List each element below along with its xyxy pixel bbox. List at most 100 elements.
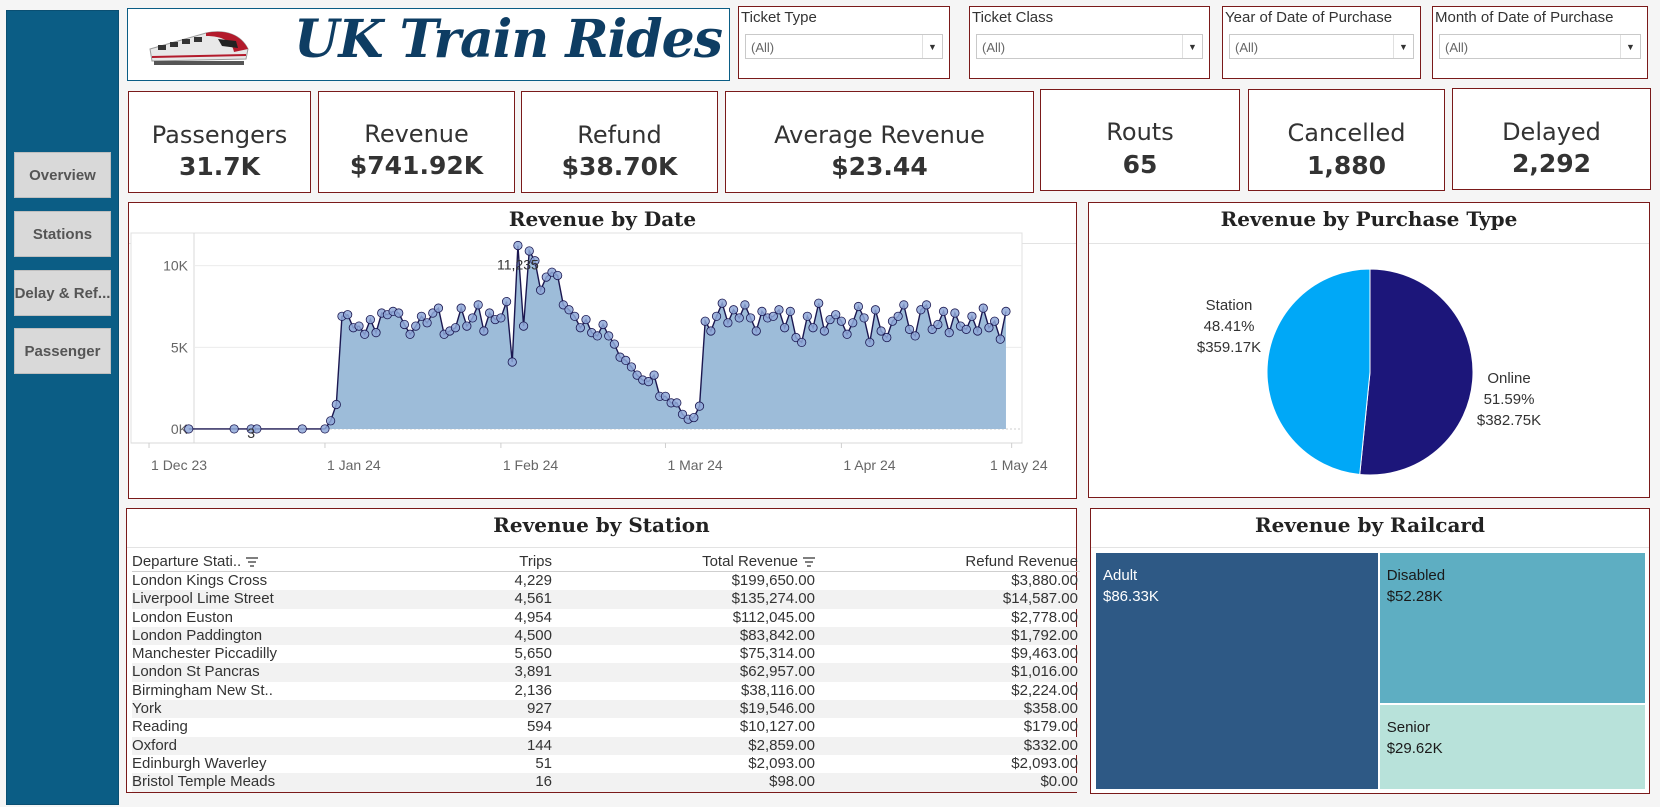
table-row[interactable]: Birmingham New St.. 2,136 $38,116.00 $2,224… [132,682,1080,700]
data-point[interactable] [921,300,932,310]
data-point[interactable] [938,306,949,317]
data-point[interactable] [706,326,716,336]
purchase-type-pie-chart[interactable]: Station 48.41% $359.17K Online 51.59% $382.75… [1089,203,1649,497]
data-point[interactable] [717,298,727,308]
month-dropdown[interactable]: (All) ▼ [1439,34,1641,59]
table-row[interactable]: London Euston 4,954 $112,045.00 $2,778.00 [132,609,1080,627]
data-point[interactable] [411,321,421,331]
data-point[interactable] [501,297,512,307]
ticket-type-dropdown[interactable]: (All) ▼ [745,34,943,59]
data-point[interactable] [728,305,739,315]
table-row[interactable]: Bristol Temple Meads 16 $98.00 $0.00 [132,773,1080,792]
data-point[interactable] [320,424,330,434]
table-row[interactable]: Liverpool Lime Street 4,561 $135,274.00 $14… [132,590,1080,609]
data-point[interactable] [456,303,466,313]
nav-button-overview[interactable]: Overview [14,152,111,198]
data-point[interactable] [774,305,784,315]
data-point[interactable] [990,316,1000,326]
data-point[interactable] [694,401,705,411]
data-point[interactable] [842,329,852,339]
table-row[interactable]: Edinburgh Waverley 51 $2,093.00 $2,093.00 [132,755,1080,773]
data-point[interactable] [524,246,534,256]
data-point[interactable] [581,314,591,325]
data-point[interactable] [870,305,881,315]
data-point[interactable] [649,370,659,380]
data-point[interactable] [944,328,954,338]
data-point[interactable] [995,334,1005,344]
data-point[interactable] [899,300,909,310]
data-point[interactable] [399,319,410,330]
data-point[interactable] [229,424,239,434]
treemap-tile-adult[interactable]: Adult $86.33K [1096,553,1378,789]
data-point[interactable] [859,313,869,323]
data-point[interactable] [740,300,750,310]
data-point[interactable] [326,416,336,426]
data-point[interactable] [689,412,699,423]
data-point[interactable] [604,331,614,341]
data-point[interactable] [950,308,960,318]
sort-icon[interactable] [246,557,259,567]
revenue-by-date-chart[interactable]: 0K5K10K1 Dec 23 1 Jan 24 1 Feb 24 1 Mar 24 1… [129,203,1076,498]
data-point[interactable] [592,331,602,341]
data-point[interactable] [819,326,829,336]
pie-slice-station[interactable] [1266,268,1371,476]
nav-button-delay-refund[interactable]: Delay & Ref... [14,270,111,316]
nav-button-passenger[interactable]: Passenger [14,328,111,374]
data-point[interactable] [893,311,903,321]
data-point[interactable] [711,311,722,321]
data-point[interactable] [853,301,864,312]
data-point[interactable] [473,300,483,310]
data-point[interactable] [297,424,307,434]
data-point[interactable] [343,310,353,320]
data-point[interactable] [865,337,875,348]
data-point[interactable] [723,318,733,328]
table-row[interactable]: London Paddington 4,500 $83,842.00 $1,792.0… [132,626,1080,646]
treemap-tile-senior[interactable]: Senior $29.62K [1379,704,1645,789]
data-point[interactable] [785,306,795,317]
column-header-departure-station[interactable]: Departure Stati.. [132,552,259,572]
table-row[interactable]: London Kings Cross 4,229 $199,650.00 $3,880… [132,572,1080,590]
data-point[interactable] [462,321,472,331]
data-point[interactable] [802,311,812,321]
data-point[interactable] [626,362,637,372]
treemap-tile-disabled[interactable]: Disabled $52.28K [1379,553,1645,703]
data-point[interactable] [967,311,977,321]
data-point[interactable] [394,308,404,318]
data-point[interactable] [331,399,341,410]
data-point[interactable] [700,316,710,326]
data-point[interactable] [814,298,824,308]
table-row[interactable]: York 927 $19,546.00 $358.00 [132,700,1080,719]
data-point[interactable] [371,328,381,338]
data-point[interactable] [961,324,971,334]
year-dropdown[interactable]: (All) ▼ [1229,34,1414,59]
sort-icon[interactable] [803,557,815,567]
ticket-class-dropdown[interactable]: (All) ▼ [976,34,1203,59]
data-point[interactable] [496,313,506,323]
data-point[interactable] [745,313,756,323]
data-point[interactable] [422,318,432,328]
data-point[interactable] [1001,306,1011,317]
data-point[interactable] [848,318,858,328]
data-point[interactable] [609,339,619,349]
data-point[interactable] [405,329,415,339]
data-point[interactable] [598,319,608,330]
data-point[interactable] [882,332,892,343]
data-point[interactable] [507,357,517,367]
table-row[interactable]: Manchester Piccadilly 5,650 $75,314.00 $9,4… [132,645,1080,663]
data-point[interactable] [433,303,444,313]
table-row[interactable]: Oxford 144 $2,859.00 $332.00 [132,736,1080,755]
data-point[interactable] [797,337,807,348]
data-point[interactable] [365,314,375,325]
data-point[interactable] [978,303,988,313]
data-point[interactable] [672,398,682,408]
data-point[interactable] [972,326,983,336]
data-point[interactable] [553,270,563,281]
data-point[interactable] [570,311,580,321]
data-point[interactable] [910,331,920,341]
data-point[interactable] [751,326,761,336]
column-header-total-revenue[interactable]: Total Revenue [702,552,815,572]
data-point[interactable] [933,319,943,330]
data-point[interactable] [780,323,790,333]
table-row[interactable]: Reading 594 $10,127.00 $179.00 [132,718,1080,736]
data-point[interactable] [467,313,478,323]
